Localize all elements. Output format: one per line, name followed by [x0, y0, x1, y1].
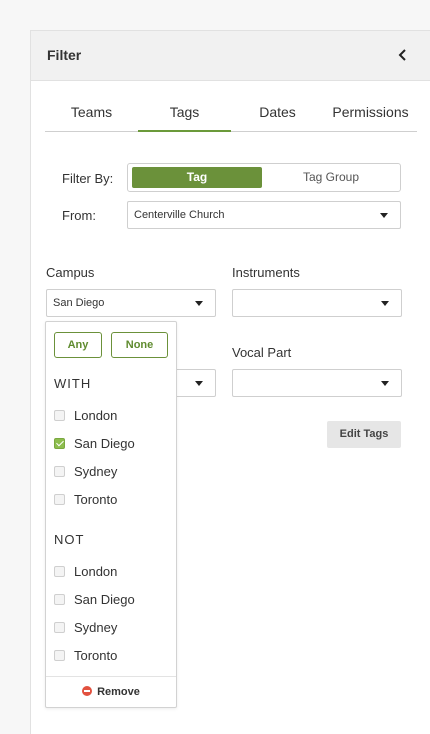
tab-dates[interactable]: Dates: [231, 97, 324, 131]
from-select[interactable]: Centerville Church: [127, 201, 401, 229]
caret-down-icon: [195, 301, 203, 306]
panel-title: Filter: [47, 47, 82, 63]
remove-label: Remove: [97, 686, 140, 698]
instruments-label: Instruments: [232, 265, 300, 280]
option-label: Sydney: [74, 464, 118, 479]
checkbox[interactable]: [54, 594, 65, 605]
instruments-select[interactable]: [232, 289, 402, 317]
checkbox[interactable]: [54, 566, 65, 577]
checkbox[interactable]: [54, 410, 65, 421]
checkbox[interactable]: [54, 622, 65, 633]
from-label: From:: [62, 208, 96, 223]
campus-dropdown: Any None WITH London San Diego Sydney To…: [45, 321, 177, 708]
option-label: Toronto: [74, 648, 118, 663]
tab-permissions[interactable]: Permissions: [324, 97, 417, 131]
panel-header: Filter: [31, 31, 430, 81]
none-button[interactable]: None: [111, 332, 168, 358]
filter-by-label: Filter By:: [62, 171, 114, 186]
tab-bar: Teams Tags Dates Permissions: [45, 97, 417, 132]
option-label: London: [74, 408, 118, 423]
checkbox[interactable]: [54, 494, 65, 505]
tab-teams[interactable]: Teams: [45, 97, 138, 131]
campus-select-value: San Diego: [53, 297, 105, 309]
vocal-part-select[interactable]: [232, 369, 402, 397]
campus-select[interactable]: San Diego: [46, 289, 216, 317]
with-section-title: WITH: [54, 376, 92, 391]
option-label: San Diego: [74, 436, 135, 451]
edit-tags-button[interactable]: Edit Tags: [327, 421, 401, 448]
caret-down-icon: [380, 213, 388, 218]
option-label: London: [74, 564, 118, 579]
checkbox[interactable]: [54, 466, 65, 477]
chevron-left-icon[interactable]: [396, 48, 410, 62]
checkbox-checked[interactable]: [54, 438, 65, 449]
remove-icon: [82, 686, 93, 696]
tag-group-option-button[interactable]: Tag Group: [266, 167, 396, 188]
vocal-part-label: Vocal Part: [232, 345, 292, 360]
tab-tags[interactable]: Tags: [138, 97, 231, 132]
any-button[interactable]: Any: [54, 332, 102, 358]
filter-by-toggle: Tag Tag Group: [127, 163, 401, 192]
tag-option-button[interactable]: Tag: [132, 167, 262, 188]
not-section-title: NOT: [54, 532, 85, 547]
option-label: Sydney: [74, 620, 118, 635]
from-select-value: Centerville Church: [134, 209, 225, 221]
campus-label: Campus: [46, 265, 95, 280]
checkbox[interactable]: [54, 650, 65, 661]
option-label: San Diego: [74, 592, 135, 607]
caret-down-icon: [381, 381, 389, 386]
caret-down-icon: [195, 381, 203, 386]
remove-button[interactable]: Remove: [46, 676, 176, 707]
option-label: Toronto: [74, 492, 118, 507]
caret-down-icon: [381, 301, 389, 306]
